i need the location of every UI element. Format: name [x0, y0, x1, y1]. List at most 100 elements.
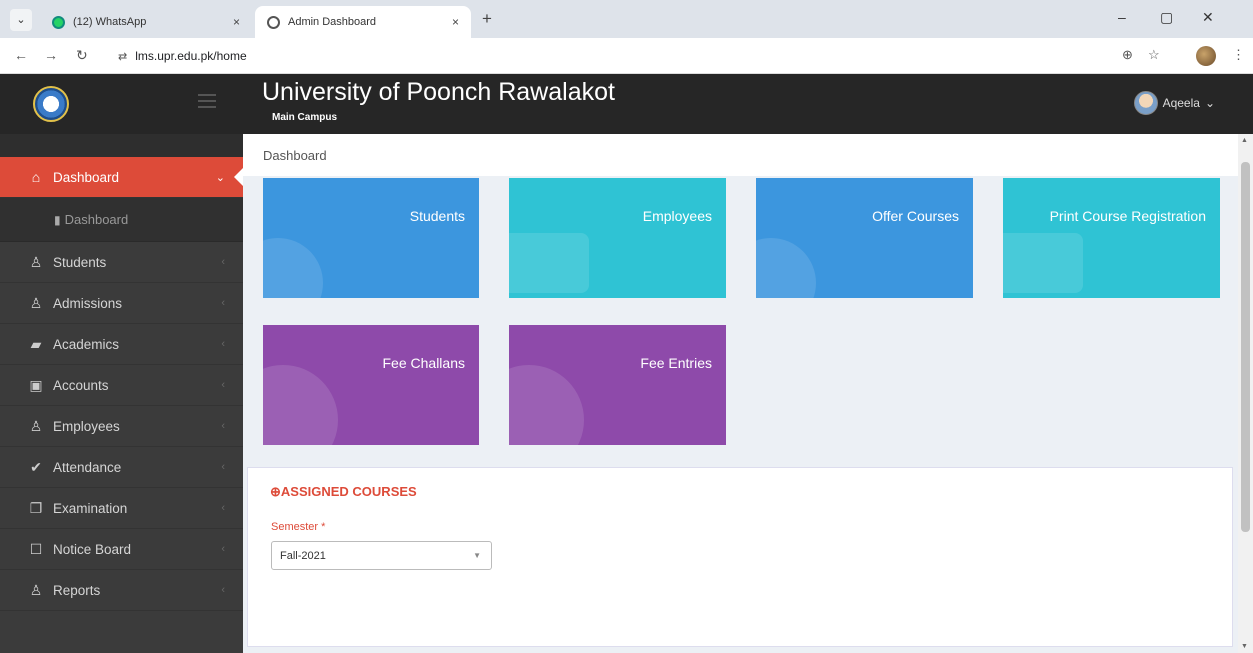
sidebar-subitem-label: Dashboard — [64, 212, 129, 227]
user-icon: ♙ — [29, 417, 43, 434]
tab-whatsapp[interactable]: (12) WhatsApp × — [40, 6, 252, 38]
note-icon: ☐ — [29, 540, 43, 557]
university-logo[interactable] — [33, 86, 69, 122]
close-tab-icon[interactable]: × — [452, 15, 459, 29]
chevron-left-icon: ‹ — [221, 461, 225, 473]
sidebar-item-reports[interactable]: ♙ Reports ‹ — [0, 570, 243, 611]
tile-students[interactable]: Students — [263, 178, 479, 298]
semester-select[interactable]: Fall-2021 ▼ — [271, 541, 492, 570]
chevron-left-icon: ‹ — [221, 297, 225, 309]
avatar — [1133, 91, 1158, 115]
chevron-down-icon: ⌄ — [1204, 96, 1215, 110]
tile-decoration — [1003, 233, 1083, 293]
tab-admin-dashboard[interactable]: Admin Dashboard × — [255, 6, 471, 38]
tile-offer-courses[interactable]: Offer Courses — [756, 178, 973, 298]
semester-value: Fall-2021 — [280, 549, 326, 562]
tile-decoration — [263, 238, 323, 298]
sidebar-item-label: Dashboard — [53, 169, 120, 185]
chevron-left-icon: ‹ — [221, 256, 225, 268]
sidebar-item-label: Admissions — [53, 295, 123, 311]
sidebar-spacer — [0, 134, 243, 157]
sidebar-item-label: Examination — [53, 500, 128, 516]
tile-fee-entries[interactable]: Fee Entries — [509, 325, 726, 445]
minimize-button[interactable]: – — [1118, 9, 1126, 25]
sidebar-item-label: Attendance — [53, 459, 122, 475]
tile-print-course-registration[interactable]: Print Course Registration — [1003, 178, 1220, 298]
sidebar-item-attendance[interactable]: ✔ Attendance ‹ — [0, 447, 243, 488]
sidebar-item-admissions[interactable]: ♙ Admissions ‹ — [0, 283, 243, 324]
browser-tab-bar: ⌄ (12) WhatsApp × Admin Dashboard × + – … — [0, 0, 1253, 38]
chevron-left-icon: ‹ — [221, 502, 225, 514]
tile-fee-challans[interactable]: Fee Challans — [263, 325, 479, 445]
page-scrollbar[interactable]: ▲ ▼ — [1238, 134, 1253, 653]
tile-label: Print Course Registration — [1049, 208, 1206, 224]
zoom-icon[interactable]: ⊕ — [1122, 47, 1133, 63]
globe-icon — [509, 365, 584, 445]
globe-icon — [267, 15, 280, 29]
tile-label: Students — [409, 208, 465, 224]
assigned-courses-title-text: ASSIGNED COURSES — [280, 484, 417, 499]
tile-label: Fee Entries — [640, 355, 712, 371]
new-tab-button[interactable]: + — [482, 9, 492, 29]
user-menu[interactable]: Aqeela ⌄ — [1133, 91, 1215, 115]
sidebar-item-dashboard[interactable]: ⌂ Dashboard ⌄ — [0, 157, 244, 198]
sidebar-item-label: Reports — [53, 582, 101, 598]
chevron-left-icon: ‹ — [221, 543, 225, 555]
chevron-down-icon: ⌄ — [215, 171, 225, 184]
tile-label: Fee Challans — [382, 355, 466, 371]
check-icon: ✔ — [30, 458, 42, 475]
sidebar-item-label: Students — [53, 254, 107, 270]
tile-label: Offer Courses — [872, 208, 959, 224]
lms-app: University of Poonch Rawalakot Main Camp… — [0, 74, 1253, 653]
chevron-left-icon: ‹ — [221, 420, 225, 432]
sidebar-item-label: Notice Board — [53, 541, 132, 557]
sidebar-item-students[interactable]: ♙ Students ‹ — [0, 242, 243, 283]
tile-employees[interactable]: Employees — [509, 178, 726, 298]
forward-icon[interactable]: → — [44, 47, 58, 63]
sidebar-item-examination[interactable]: ❐ Examination ‹ — [0, 488, 243, 529]
restore-button[interactable]: ▢ — [1160, 9, 1173, 26]
chevron-left-icon: ‹ — [221, 379, 225, 391]
back-icon[interactable]: ← — [14, 47, 28, 63]
browser-menu-icon[interactable]: ⋮ — [1232, 47, 1245, 63]
user-icon: ♙ — [29, 581, 43, 598]
scroll-down-icon[interactable]: ▼ — [1241, 643, 1248, 650]
sidebar-item-notice-board[interactable]: ☐ Notice Board ‹ — [0, 529, 243, 570]
hamburger-menu-icon[interactable] — [198, 94, 216, 108]
chevron-left-icon: ‹ — [221, 584, 225, 596]
breadcrumb: Dashboard — [243, 134, 1238, 176]
tile-decoration — [509, 233, 589, 293]
tile-label: Employees — [642, 208, 712, 224]
breadcrumb-label: Dashboard — [263, 147, 327, 163]
sidebar-item-label: Academics — [53, 336, 120, 352]
omnibox[interactable]: ⇄ lms.upr.edu.pk/home — [110, 43, 1115, 69]
tile-decoration — [756, 238, 816, 298]
site-settings-icon[interactable]: ⇄ — [118, 50, 127, 63]
sidebar-item-academics[interactable]: ▰ Academics ‹ — [0, 324, 243, 365]
book-icon: ▰ — [30, 335, 42, 352]
campus-subtitle: Main Campus — [272, 112, 338, 123]
tab-list-button[interactable]: ⌄ — [10, 9, 32, 31]
address-bar-row: ← → ↻ ⇄ lms.upr.edu.pk/home ⊕ ☆ ⋮ — [0, 38, 1253, 74]
calculator-icon: ▣ — [29, 376, 43, 393]
sidebar: ⌂ Dashboard ⌄ ▮ Dashboard ♙ Students ‹ ♙… — [0, 134, 244, 653]
assigned-courses-title: ⊕ASSIGNED COURSES — [270, 484, 417, 500]
main-content: Dashboard Students Employees Offer Cours… — [243, 134, 1238, 653]
sidebar-item-employees[interactable]: ♙ Employees ‹ — [0, 406, 243, 447]
sidebar-subitem-dashboard[interactable]: ▮ Dashboard — [0, 198, 243, 242]
sidebar-item-accounts[interactable]: ▣ Accounts ‹ — [0, 365, 243, 406]
profile-avatar[interactable] — [1196, 46, 1216, 66]
close-tab-icon[interactable]: × — [233, 15, 240, 29]
tab-label: (12) WhatsApp — [73, 16, 147, 28]
user-icon: ♙ — [29, 253, 43, 270]
close-window-button[interactable]: ✕ — [1202, 9, 1214, 26]
bookmark-star-icon[interactable]: ☆ — [1148, 47, 1160, 63]
sidebar-item-label: Accounts — [53, 377, 109, 393]
bar-chart-icon: ▮ — [54, 212, 61, 227]
copy-icon: ❐ — [29, 499, 43, 516]
semester-label: Semester * — [271, 521, 326, 533]
reload-icon[interactable]: ↻ — [76, 47, 88, 64]
scroll-up-icon[interactable]: ▲ — [1241, 137, 1248, 144]
scrollbar-thumb[interactable] — [1241, 162, 1250, 532]
globe-icon — [263, 365, 338, 445]
